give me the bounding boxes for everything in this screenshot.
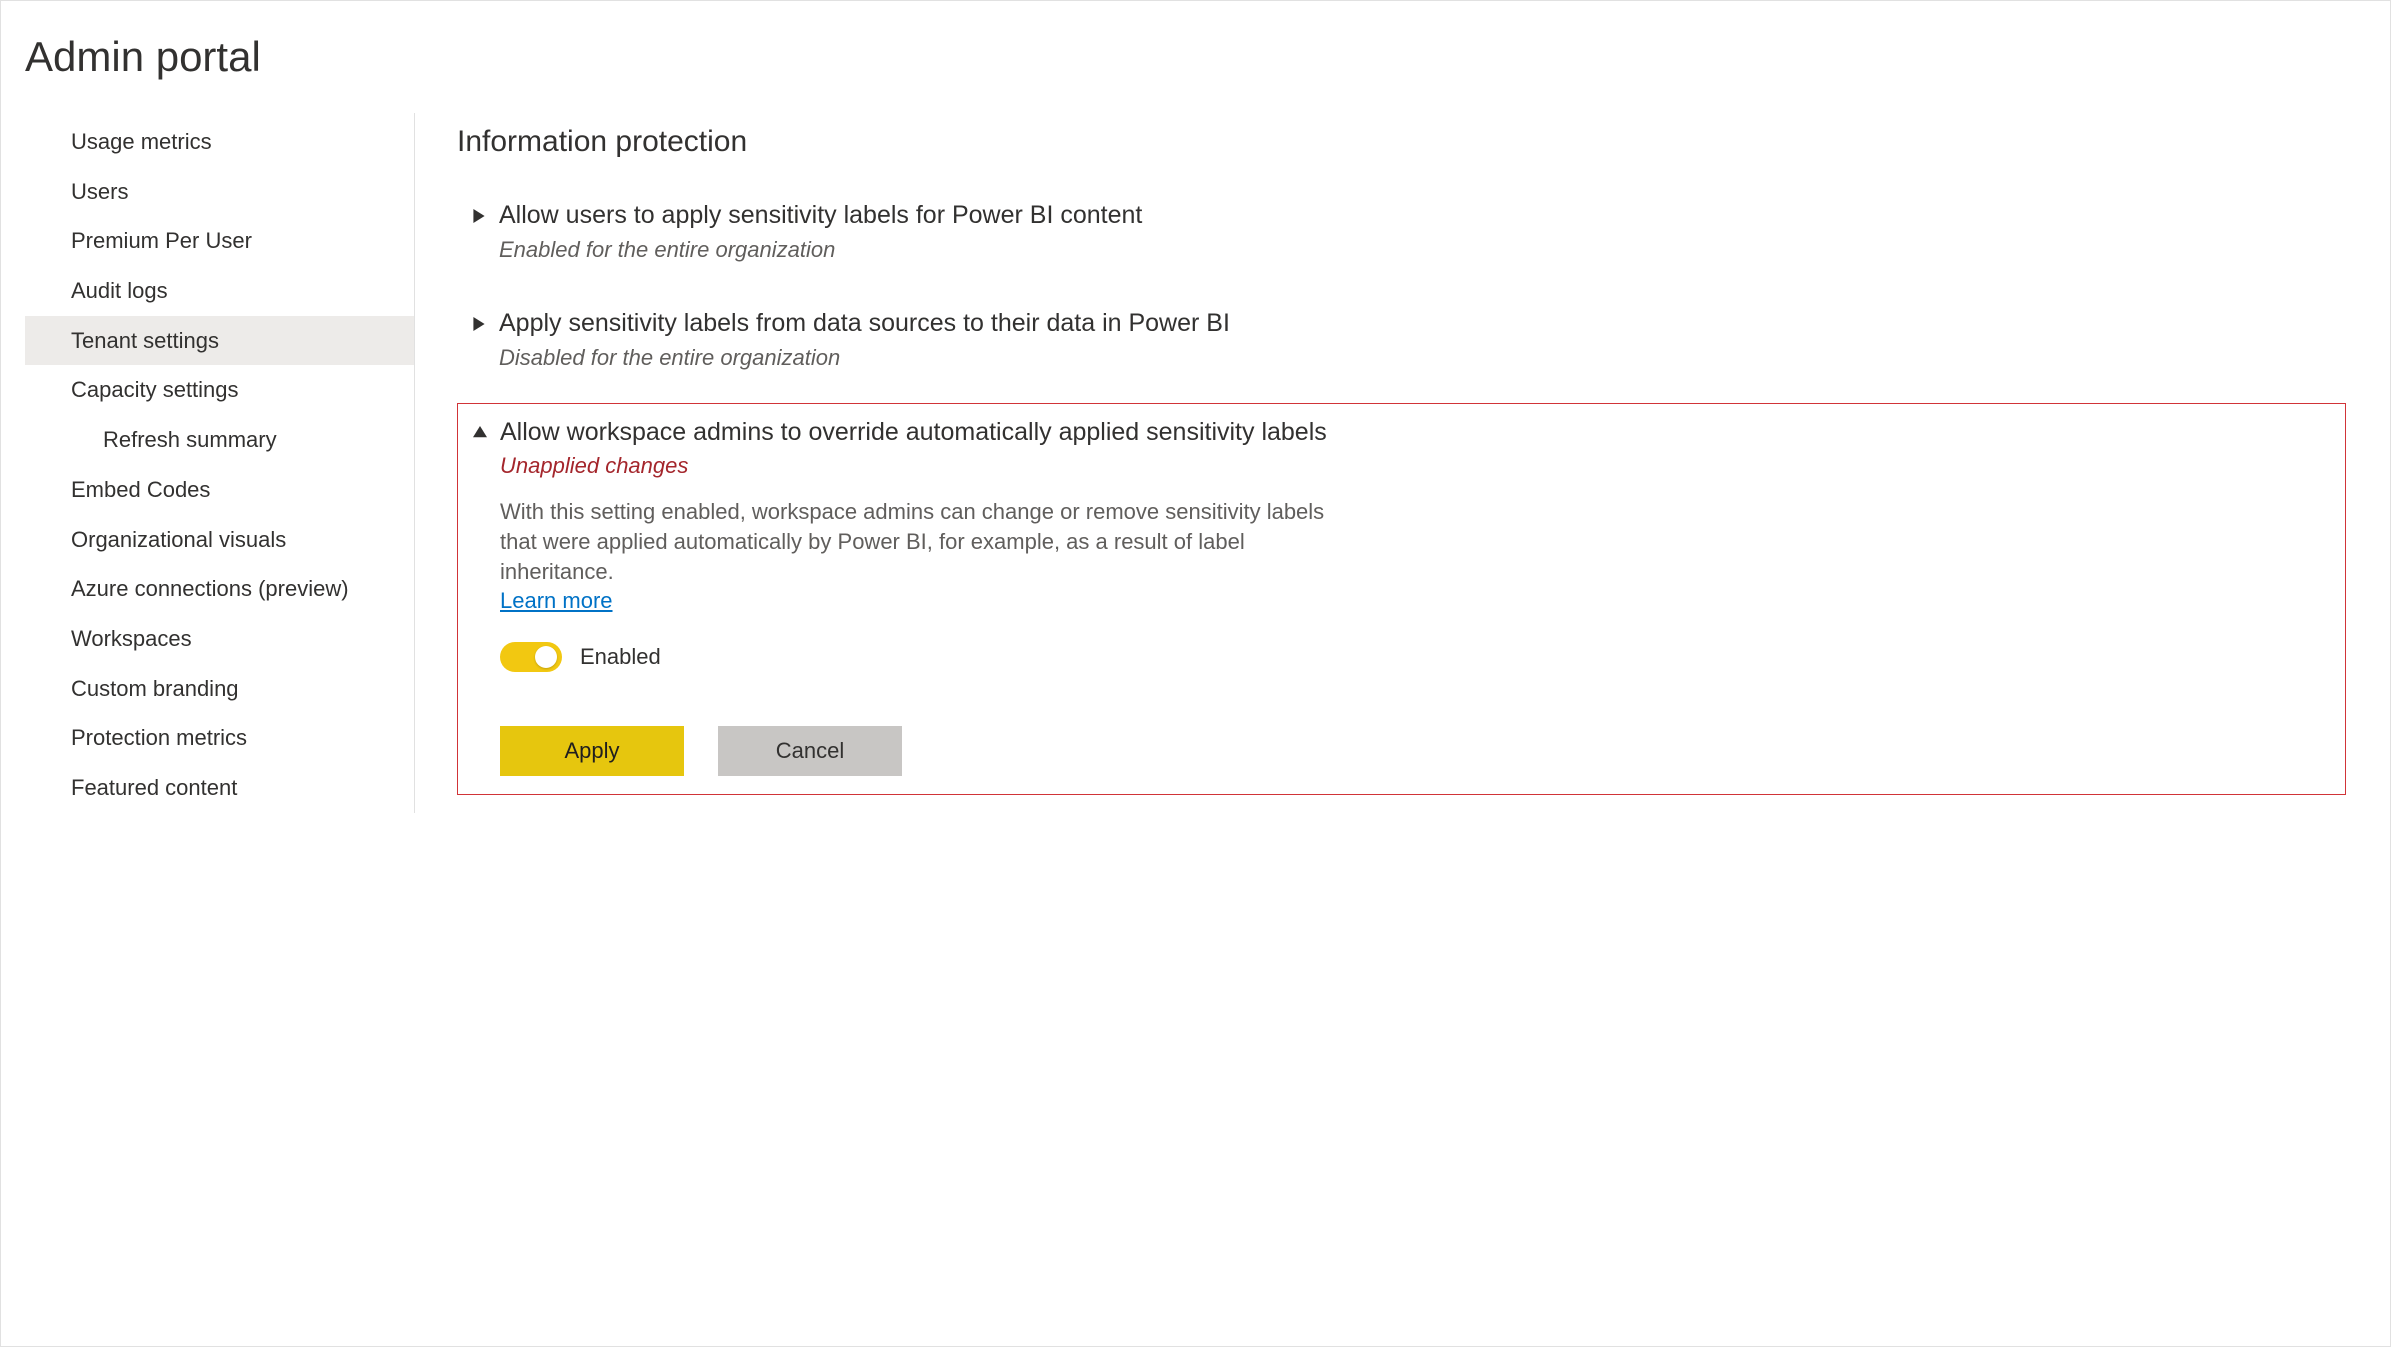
sidebar-item-usage-metrics[interactable]: Usage metrics [25,117,414,167]
setting-header-allow-sensitivity-labels[interactable]: Allow users to apply sensitivity labels … [469,199,2334,263]
content-row: Usage metricsUsersPremium Per UserAudit … [25,113,2366,813]
setting-header-apply-from-sources[interactable]: Apply sensitivity labels from data sourc… [469,307,2334,371]
setting-title: Allow workspace admins to override autom… [500,416,2333,450]
toggle-label: Enabled [580,644,661,670]
sidebar-item-users[interactable]: Users [25,167,414,217]
button-row: Apply Cancel [500,726,2333,776]
setting-apply-from-sources: Apply sensitivity labels from data sourc… [457,295,2346,389]
chevron-up-icon [470,426,490,440]
setting-titles: Apply sensitivity labels from data sourc… [499,307,2334,371]
setting-allow-sensitivity-labels: Allow users to apply sensitivity labels … [457,187,2346,281]
enabled-toggle[interactable] [500,642,562,672]
sidebar-item-azure-connections[interactable]: Azure connections (preview) [25,564,414,614]
admin-portal-container: Admin portal Usage metricsUsersPremium P… [0,0,2391,1347]
chevron-right-icon [469,209,489,223]
sidebar-item-embed-codes[interactable]: Embed Codes [25,465,414,515]
section-title: Information protection [457,125,2346,159]
setting-title: Allow users to apply sensitivity labels … [499,199,2334,233]
toggle-row: Enabled [500,642,2333,672]
sidebar-item-audit-logs[interactable]: Audit logs [25,266,414,316]
setting-titles: Allow users to apply sensitivity labels … [499,199,2334,263]
setting-allow-admin-override: Allow workspace admins to override autom… [457,403,2346,796]
sidebar-item-protection-metrics[interactable]: Protection metrics [25,713,414,763]
sidebar-item-organizational-visuals[interactable]: Organizational visuals [25,515,414,565]
setting-status: Disabled for the entire organization [499,345,2334,371]
main-content: Information protection Allow users to ap… [415,113,2366,813]
settings-list: Allow users to apply sensitivity labels … [457,187,2346,795]
learn-more-link[interactable]: Learn more [500,588,613,614]
cancel-button[interactable]: Cancel [718,726,902,776]
setting-header-allow-admin-override[interactable]: Allow workspace admins to override autom… [470,416,2333,480]
sidebar-item-featured-content[interactable]: Featured content [25,763,414,813]
sidebar-item-premium-per-user[interactable]: Premium Per User [25,216,414,266]
setting-titles: Allow workspace admins to override autom… [500,416,2333,480]
sidebar-item-capacity-settings[interactable]: Capacity settings [25,365,414,415]
sidebar-item-custom-branding[interactable]: Custom branding [25,664,414,714]
setting-status: Unapplied changes [500,453,2333,479]
chevron-right-icon [469,317,489,331]
sidebar-item-workspaces[interactable]: Workspaces [25,614,414,664]
sidebar-nav: Usage metricsUsersPremium Per UserAudit … [25,113,415,813]
sidebar-item-tenant-settings[interactable]: Tenant settings [25,316,414,366]
setting-status: Enabled for the entire organization [499,237,2334,263]
toggle-knob [535,646,557,668]
sidebar-item-refresh-summary[interactable]: Refresh summary [25,415,414,465]
apply-button[interactable]: Apply [500,726,684,776]
page-title: Admin portal [25,33,2366,81]
setting-description: With this setting enabled, workspace adm… [500,497,1360,586]
setting-title: Apply sensitivity labels from data sourc… [499,307,2334,341]
setting-body: With this setting enabled, workspace adm… [500,497,2333,776]
